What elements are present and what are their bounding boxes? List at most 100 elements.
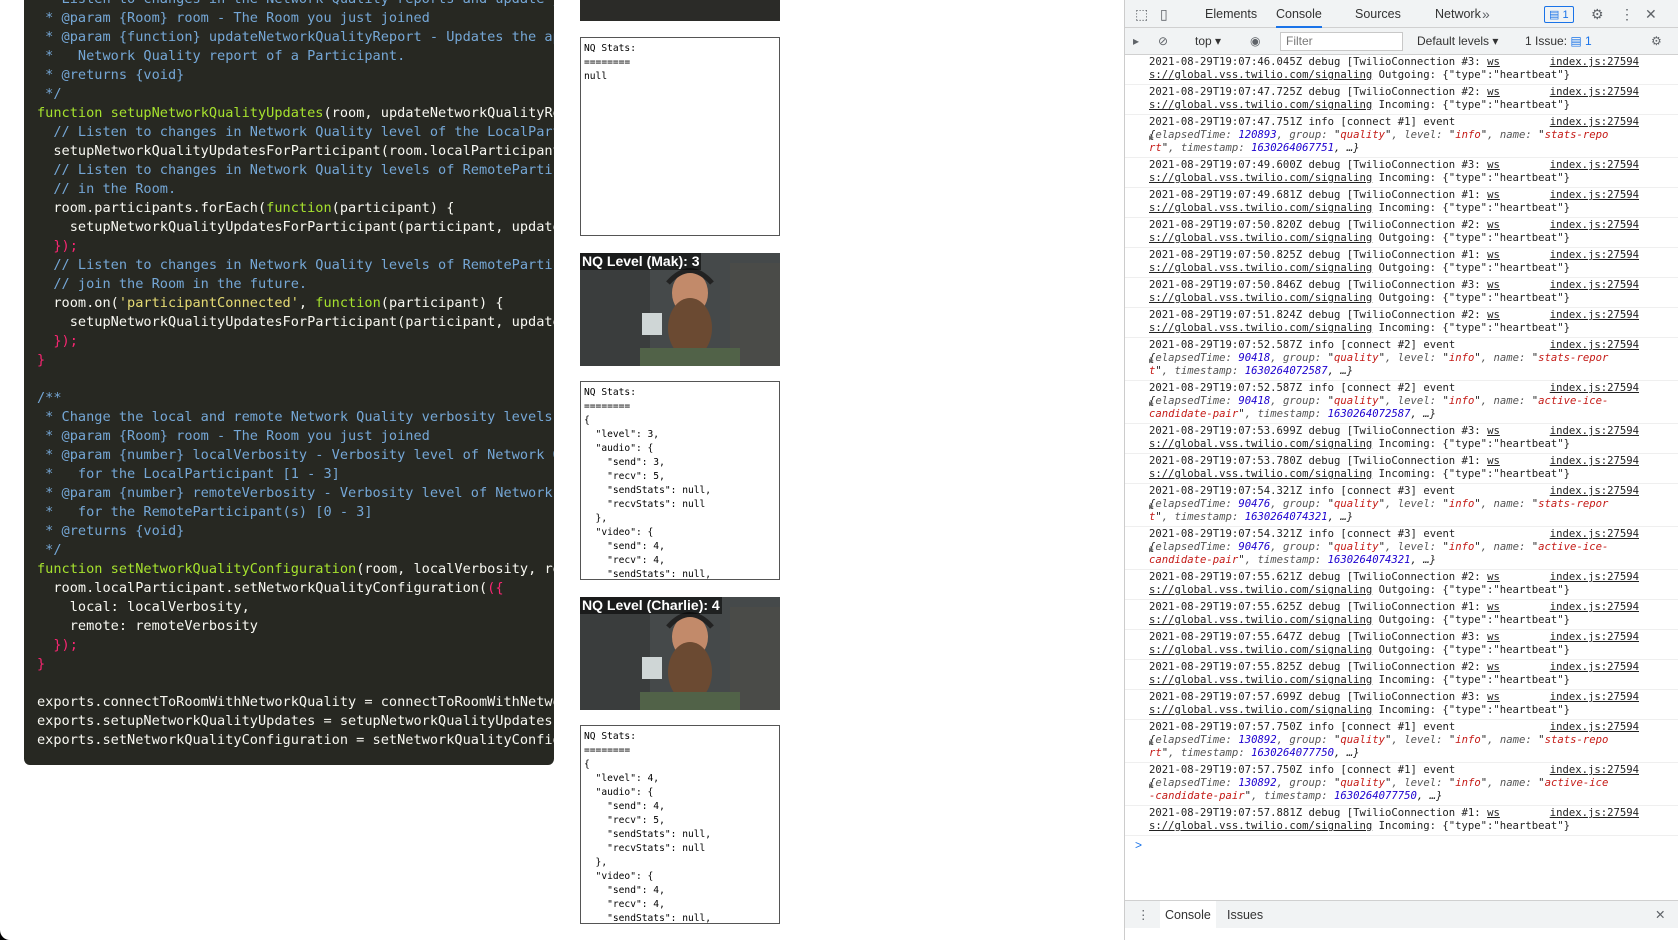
ws-url[interactable]: s://global.vss.twilio.com/signaling	[1149, 438, 1372, 450]
console-message[interactable]: index.js:27594 2021-08-29T19:07:57.881Z d…	[1125, 806, 1678, 836]
expand-triangle-icon[interactable]: ▶	[1149, 354, 1154, 367]
log-object-preview[interactable]: {elapsedTime: 90418, group: "quality", l…	[1149, 352, 1608, 377]
console-message[interactable]: index.js:27594 2021-08-29T19:07:50.846Z d…	[1125, 278, 1678, 308]
ws-url[interactable]: s://global.vss.twilio.com/signaling	[1149, 69, 1372, 81]
console-settings-icon[interactable]: ⚙	[1651, 28, 1662, 55]
source-link[interactable]: index.js:27594	[1550, 661, 1639, 674]
ws-url-prefix[interactable]: ws	[1487, 455, 1500, 467]
ws-url[interactable]: s://global.vss.twilio.com/signaling	[1149, 614, 1372, 626]
console-message[interactable]: index.js:27594 2021-08-29T19:07:50.825Z d…	[1125, 248, 1678, 278]
context-selector[interactable]: top ▾	[1195, 28, 1221, 55]
log-object-preview[interactable]: {elapsedTime: 90476, group: "quality", l…	[1149, 541, 1608, 566]
ws-url[interactable]: s://global.vss.twilio.com/signaling	[1149, 232, 1372, 244]
expand-triangle-icon[interactable]: ▶	[1149, 397, 1154, 410]
source-link[interactable]: index.js:27594	[1550, 219, 1639, 232]
console-message[interactable]: index.js:27594 2021-08-29T19:07:54.321Z i…	[1125, 527, 1678, 570]
source-link[interactable]: index.js:27594	[1550, 485, 1639, 498]
source-link[interactable]: index.js:27594	[1550, 382, 1639, 395]
console-message[interactable]: index.js:27594 2021-08-29T19:07:54.321Z i…	[1125, 484, 1678, 527]
log-object-preview[interactable]: {elapsedTime: 130892, group: "quality", …	[1149, 734, 1608, 759]
clear-console-icon[interactable]: ⊘	[1158, 28, 1168, 55]
ws-url-prefix[interactable]: ws	[1487, 279, 1500, 291]
tab-network[interactable]: Network	[1435, 0, 1481, 28]
console-message[interactable]: index.js:27594 2021-08-29T19:07:49.681Z d…	[1125, 188, 1678, 218]
ws-url-prefix[interactable]: ws	[1487, 86, 1500, 98]
console-message[interactable]: index.js:27594 2021-08-29T19:07:50.820Z d…	[1125, 218, 1678, 248]
console-filter-input[interactable]: Filter	[1280, 32, 1403, 51]
ws-url-prefix[interactable]: ws	[1487, 661, 1500, 673]
source-link[interactable]: index.js:27594	[1550, 721, 1639, 734]
console-message[interactable]: index.js:27594 2021-08-29T19:07:52.587Z i…	[1125, 381, 1678, 424]
ws-url-prefix[interactable]: ws	[1487, 249, 1500, 261]
source-link[interactable]: index.js:27594	[1550, 159, 1639, 172]
expand-triangle-icon[interactable]: ▶	[1149, 779, 1154, 792]
expand-triangle-icon[interactable]: ▶	[1149, 736, 1154, 749]
ws-url-prefix[interactable]: ws	[1487, 159, 1500, 171]
ws-url[interactable]: s://global.vss.twilio.com/signaling	[1149, 674, 1372, 686]
console-message[interactable]: index.js:27594 2021-08-29T19:07:52.587Z i…	[1125, 338, 1678, 381]
source-link[interactable]: index.js:27594	[1550, 249, 1639, 262]
more-tabs-icon[interactable]: »	[1482, 0, 1490, 28]
console-message[interactable]: index.js:27594 2021-08-29T19:07:57.699Z d…	[1125, 690, 1678, 720]
console-message[interactable]: index.js:27594 2021-08-29T19:07:49.600Z d…	[1125, 158, 1678, 188]
source-link[interactable]: index.js:27594	[1550, 56, 1639, 69]
tab-console[interactable]: Console	[1276, 0, 1322, 28]
ws-url-prefix[interactable]: ws	[1487, 571, 1500, 583]
expand-triangle-icon[interactable]: ▶	[1149, 543, 1154, 556]
tab-sources[interactable]: Sources	[1355, 0, 1401, 28]
close-drawer-icon[interactable]: ✕	[1655, 901, 1665, 929]
console-message[interactable]: index.js:27594 2021-08-29T19:07:55.621Z d…	[1125, 570, 1678, 600]
source-link[interactable]: index.js:27594	[1550, 339, 1639, 352]
ws-url-prefix[interactable]: ws	[1487, 309, 1500, 321]
source-link[interactable]: index.js:27594	[1550, 455, 1639, 468]
expand-triangle-icon[interactable]: ▶	[1149, 131, 1154, 144]
console-log-area[interactable]: index.js:27594 2021-08-29T19:07:46.045Z d…	[1125, 55, 1678, 900]
ws-url[interactable]: s://global.vss.twilio.com/signaling	[1149, 644, 1372, 656]
ws-url[interactable]: s://global.vss.twilio.com/signaling	[1149, 172, 1372, 184]
ws-url-prefix[interactable]: ws	[1487, 601, 1500, 613]
source-link[interactable]: index.js:27594	[1550, 631, 1639, 644]
source-link[interactable]: index.js:27594	[1550, 309, 1639, 322]
log-object-preview[interactable]: {elapsedTime: 120893, group: "quality", …	[1149, 129, 1608, 154]
ws-url-prefix[interactable]: ws	[1487, 691, 1500, 703]
console-message[interactable]: index.js:27594 2021-08-29T19:07:51.824Z d…	[1125, 308, 1678, 338]
ws-url[interactable]: s://global.vss.twilio.com/signaling	[1149, 322, 1372, 334]
log-levels-dropdown[interactable]: Default levels ▾	[1417, 28, 1498, 55]
inspect-element-icon[interactable]: ⬚	[1135, 0, 1148, 28]
tab-elements[interactable]: Elements	[1205, 0, 1257, 28]
ws-url[interactable]: s://global.vss.twilio.com/signaling	[1149, 584, 1372, 596]
console-message[interactable]: index.js:27594 2021-08-29T19:07:55.625Z d…	[1125, 600, 1678, 630]
drawer-tab-console[interactable]: Console	[1160, 901, 1216, 929]
console-message[interactable]: index.js:27594 2021-08-29T19:07:55.647Z d…	[1125, 630, 1678, 660]
live-expression-eye-icon[interactable]: ◉	[1250, 28, 1260, 55]
console-message[interactable]: index.js:27594 2021-08-29T19:07:57.750Z i…	[1125, 763, 1678, 806]
sidebar-toggle-icon[interactable]: ▸	[1133, 28, 1139, 55]
ws-url[interactable]: s://global.vss.twilio.com/signaling	[1149, 262, 1372, 274]
ws-url-prefix[interactable]: ws	[1487, 189, 1500, 201]
settings-gear-icon[interactable]: ⚙	[1591, 0, 1604, 28]
source-link[interactable]: index.js:27594	[1550, 691, 1639, 704]
console-message[interactable]: index.js:27594 2021-08-29T19:07:55.825Z d…	[1125, 660, 1678, 690]
issues-counter[interactable]: 1 Issue: ▤ 1	[1525, 28, 1592, 55]
ws-url[interactable]: s://global.vss.twilio.com/signaling	[1149, 99, 1372, 111]
console-prompt[interactable]: >	[1125, 836, 1678, 854]
drawer-menu-icon[interactable]: ⋮	[1137, 901, 1150, 929]
source-link[interactable]: index.js:27594	[1550, 425, 1639, 438]
ws-url-prefix[interactable]: ws	[1487, 631, 1500, 643]
log-object-preview[interactable]: {elapsedTime: 130892, group: "quality", …	[1149, 777, 1608, 802]
console-message[interactable]: index.js:27594 2021-08-29T19:07:46.045Z d…	[1125, 55, 1678, 85]
ws-url-prefix[interactable]: ws	[1487, 807, 1500, 819]
source-link[interactable]: index.js:27594	[1550, 571, 1639, 584]
console-message[interactable]: index.js:27594 2021-08-29T19:07:53.780Z d…	[1125, 454, 1678, 484]
kebab-menu-icon[interactable]: ⋮	[1620, 0, 1634, 28]
log-object-preview[interactable]: {elapsedTime: 90418, group: "quality", l…	[1149, 395, 1608, 420]
source-link[interactable]: index.js:27594	[1550, 601, 1639, 614]
ws-url[interactable]: s://global.vss.twilio.com/signaling	[1149, 202, 1372, 214]
ws-url[interactable]: s://global.vss.twilio.com/signaling	[1149, 820, 1372, 832]
ws-url-prefix[interactable]: ws	[1487, 56, 1500, 68]
source-link[interactable]: index.js:27594	[1550, 528, 1639, 541]
log-object-preview[interactable]: {elapsedTime: 90476, group: "quality", l…	[1149, 498, 1608, 523]
source-link[interactable]: index.js:27594	[1550, 116, 1639, 129]
console-message[interactable]: index.js:27594 2021-08-29T19:07:47.751Z i…	[1125, 115, 1678, 158]
expand-triangle-icon[interactable]: ▶	[1149, 500, 1154, 513]
